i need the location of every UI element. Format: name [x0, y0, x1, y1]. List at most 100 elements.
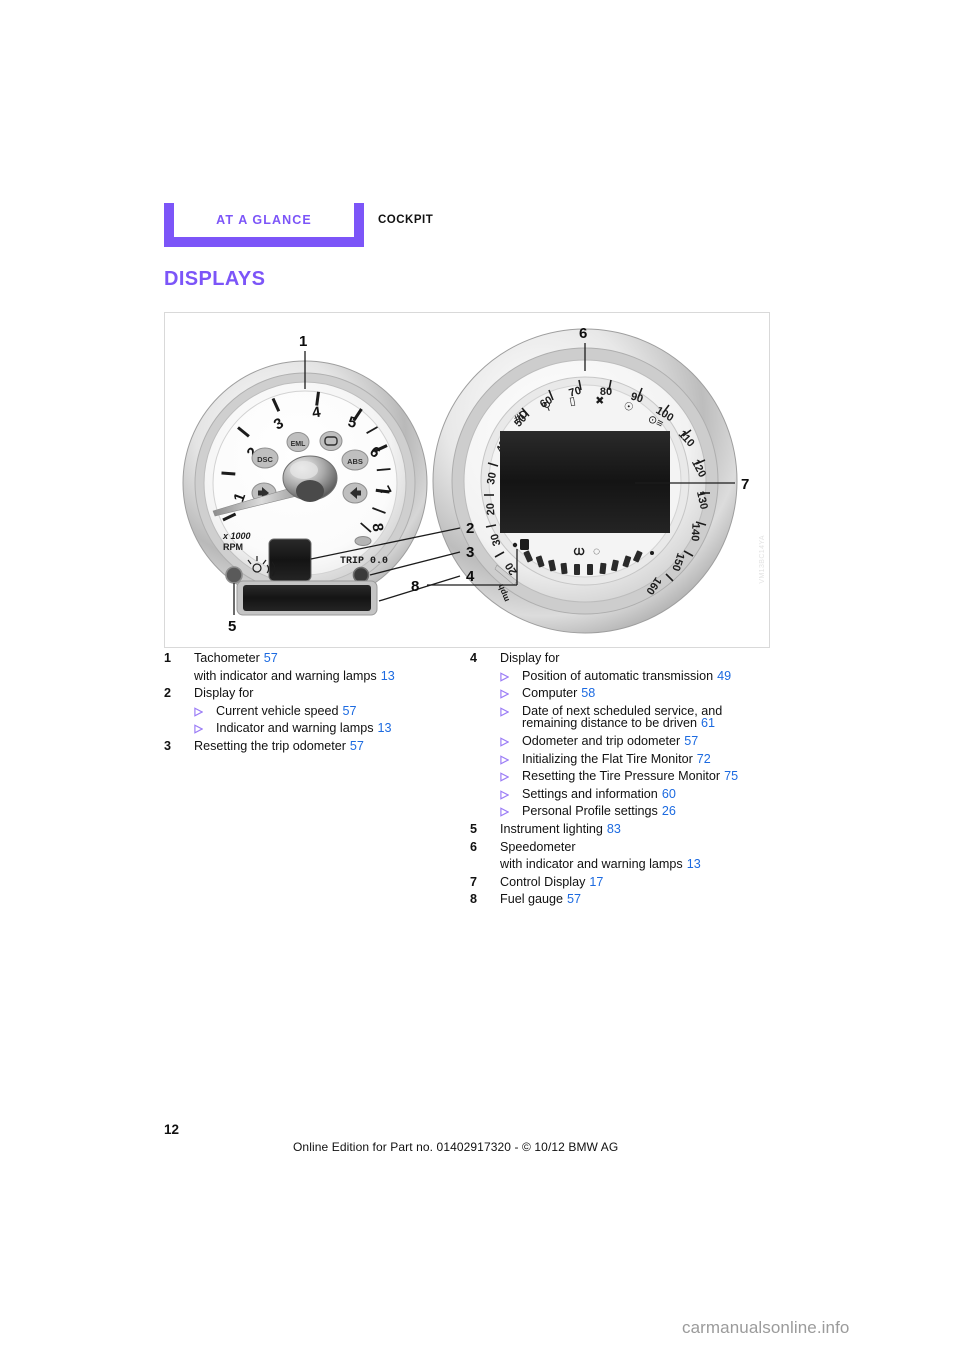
callout-5: 5	[228, 618, 236, 635]
legend-item-line: Display for	[194, 686, 254, 701]
legend-item-number: 6	[470, 839, 478, 854]
callout-2: 2	[466, 520, 474, 537]
legend-subitem-text: Date of next scheduled service, and rema…	[522, 703, 723, 731]
legend-subitem-text: Personal Profile settings 26	[522, 804, 676, 819]
running-head: AT A GLANCE COCKPIT	[164, 203, 784, 247]
legend-subitem-text: Current vehicle speed 57	[216, 703, 357, 718]
figure-code-watermark: VM13BC14YA	[759, 535, 766, 584]
legend-subitem: Resetting the Tire Pressure Monitor 75	[500, 770, 780, 783]
triangle-bullet-icon	[194, 707, 203, 717]
tachometer-gauge: 1 2 3 4 5 6 7 8 DSC EML ABS x 1000 RPM T…	[182, 360, 428, 616]
svg-text:20: 20	[485, 503, 498, 516]
triangle-bullet-icon	[500, 671, 509, 682]
legend-subitem-text: Settings and information 60	[522, 786, 676, 801]
legend-item-line: Fuel gauge 57	[500, 892, 582, 907]
svg-text:TRIP 0.0: TRIP 0.0	[340, 556, 388, 567]
page-reference[interactable]: 17	[589, 875, 603, 889]
legend-item-line: with indicator and warning lamps 13	[500, 857, 701, 872]
legend-item-line: Speedometer	[500, 839, 576, 854]
page-reference[interactable]: 26	[662, 804, 676, 818]
callout-1: 1	[299, 333, 307, 350]
svg-text:30: 30	[485, 471, 499, 485]
triangle-bullet-icon	[500, 790, 509, 800]
legend-subitem: Initializing the Flat Tire Monitor 72	[500, 751, 780, 766]
triangle-bullet-icon	[500, 772, 509, 782]
svg-text:DSC: DSC	[257, 455, 273, 464]
callout-3: 3	[466, 544, 474, 561]
page-reference[interactable]: 83	[607, 822, 621, 836]
legend-item-number: 7	[470, 874, 478, 889]
svg-text:140: 140	[689, 523, 702, 542]
legend-item-line: Control Display 17	[500, 874, 604, 889]
svg-text:◌: ◌	[593, 544, 600, 558]
legend-item-number: 1	[164, 651, 172, 665]
running-head-tab-inner: AT A GLANCE	[174, 203, 354, 237]
page-reference[interactable]: 13	[378, 721, 392, 735]
speedometer-gauge: 20 30 20 30 40 50 60 70 80 90 100 110 12…	[432, 328, 738, 634]
legend-item-8: 8 Fuel gauge 57	[470, 893, 780, 906]
svg-text:x 1000: x 1000	[222, 531, 251, 541]
legend-item-3: 3 Resetting the trip odometer 57	[164, 740, 474, 753]
footer-edition-note: Online Edition for Part no. 01402917320 …	[293, 1140, 619, 1154]
callout-8: 8	[411, 578, 419, 595]
legend-subitem: Position of automatic transmission 49	[500, 669, 780, 683]
legend-subitem: Indicator and warning lamps 13	[194, 722, 474, 735]
page-reference[interactable]: 13	[381, 669, 395, 683]
legend-subitem-text: Indicator and warning lamps 13	[216, 721, 392, 736]
legend-item-number: 3	[164, 738, 172, 753]
legend-item-6: 6 Speedometer with indicator and warning…	[470, 839, 780, 872]
legend-subitem-text: Odometer and trip odometer 57	[522, 733, 699, 748]
page-reference[interactable]: 57	[264, 651, 278, 665]
triangle-bullet-icon	[500, 737, 509, 747]
page-reference[interactable]: 57	[343, 704, 357, 718]
page-reference[interactable]: 58	[581, 686, 595, 700]
triangle-bullet-icon	[500, 754, 509, 765]
triangle-bullet-icon	[194, 724, 203, 735]
legend-subitem: Odometer and trip odometer 57	[500, 735, 780, 748]
svg-text:EML: EML	[291, 441, 307, 448]
legend-column-left: 1 Tachometer 57 with indicator and warnin…	[164, 652, 474, 758]
legend-subitem-text: Initializing the Flat Tire Monitor 72	[522, 751, 711, 766]
figure-instrument-cluster: 1 2 3 4 5 6 7 8 DSC EML ABS x 1000 RPM T…	[164, 312, 770, 648]
legend-subitem-text: Resetting the Tire Pressure Monitor 75	[522, 769, 739, 784]
control-display-screen	[500, 431, 670, 533]
legend-item-5: 5 Instrument lighting 83	[470, 823, 780, 836]
callout-6: 6	[579, 325, 587, 342]
page-reference[interactable]: 75	[724, 769, 738, 783]
svg-text:✖: ✖	[595, 395, 605, 407]
chapter-label: AT A GLANCE	[216, 213, 312, 227]
legend-item-line: Instrument lighting 83	[500, 821, 621, 836]
legend-item-1: 1 Tachometer 57 with indicator and warnin…	[164, 652, 474, 682]
page-reference[interactable]: 57	[350, 739, 364, 753]
triangle-bullet-icon	[500, 807, 509, 818]
page-title: DISPLAYS	[164, 268, 266, 290]
page-reference[interactable]: 72	[697, 752, 711, 766]
legend-item-number: 4	[470, 651, 478, 665]
legend-subitem: Computer 58	[500, 687, 780, 700]
legend-item-line: with indicator and warning lamps 13	[194, 668, 395, 683]
page-reference[interactable]: 57	[684, 734, 698, 748]
legend-item-number: 5	[470, 821, 478, 836]
svg-text:ധ: ധ	[573, 544, 585, 558]
legend-subitem: Personal Profile settings 26	[500, 805, 780, 818]
page-reference[interactable]: 60	[662, 787, 676, 801]
page-reference[interactable]: 57	[567, 892, 581, 906]
callout-7: 7	[741, 476, 749, 493]
legend-item-number: 2	[164, 686, 172, 701]
legend-item-number: 8	[470, 892, 478, 907]
legend-item-7: 7 Control Display 17	[470, 874, 780, 889]
instrument-cluster-illustration: 1 2 3 4 5 6 7 8 DSC EML ABS x 1000 RPM T…	[182, 325, 749, 635]
legend-subitem-text: Computer 58	[522, 686, 596, 701]
legend-item-line: Resetting the trip odometer 57	[194, 738, 364, 753]
running-head-tab: AT A GLANCE	[164, 203, 364, 247]
page-reference[interactable]: 61	[701, 716, 715, 730]
page-reference[interactable]: 49	[717, 669, 731, 683]
svg-text:ABS: ABS	[347, 457, 363, 466]
site-watermark: carmanualsonline.info	[682, 1318, 850, 1337]
legend-item-line: Tachometer 57	[194, 651, 278, 665]
page-reference[interactable]: 13	[687, 857, 701, 871]
triangle-bullet-icon	[500, 689, 509, 699]
section-label: COCKPIT	[378, 214, 434, 226]
legend-item-line: Display for	[500, 651, 560, 665]
callout-4: 4	[466, 568, 475, 585]
